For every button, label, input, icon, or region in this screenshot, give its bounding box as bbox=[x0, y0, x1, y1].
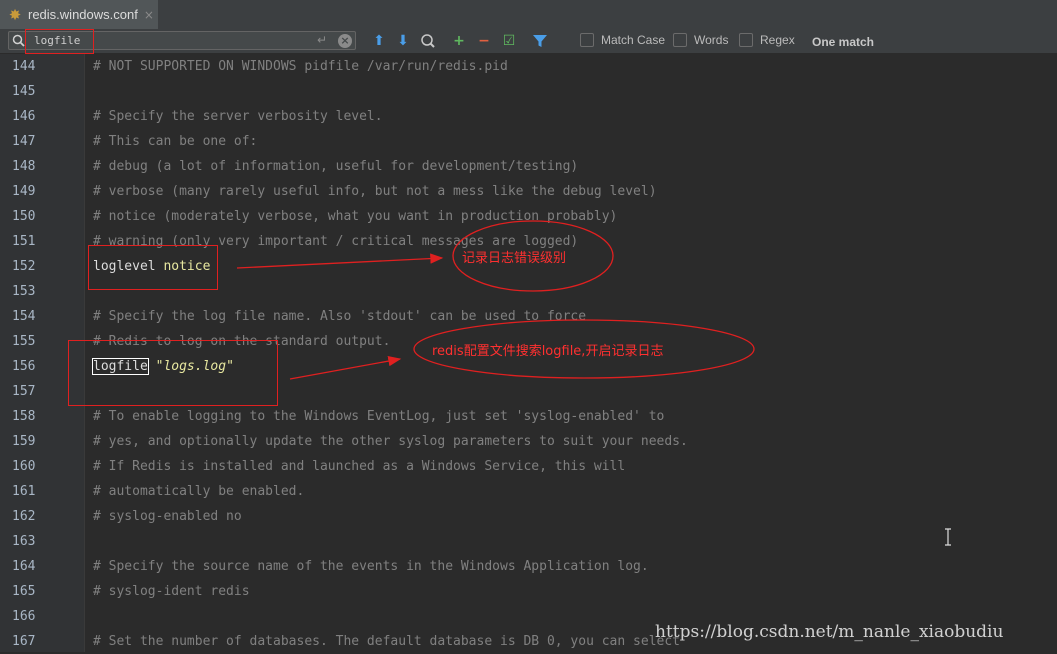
ibeam-cursor-icon bbox=[945, 528, 951, 546]
loglevel-note-text: 记录日志错误级别 bbox=[462, 251, 567, 266]
logfile-note-text: redis配置文件搜索logfile,开启记录日志 bbox=[432, 344, 664, 359]
watermark: https://blog.csdn.net/m_nanle_xiaobudiu bbox=[655, 622, 1004, 642]
loglevel-arrow bbox=[236, 253, 444, 269]
logfile-arrow bbox=[289, 355, 402, 380]
annotation-overlay bbox=[236, 220, 755, 380]
